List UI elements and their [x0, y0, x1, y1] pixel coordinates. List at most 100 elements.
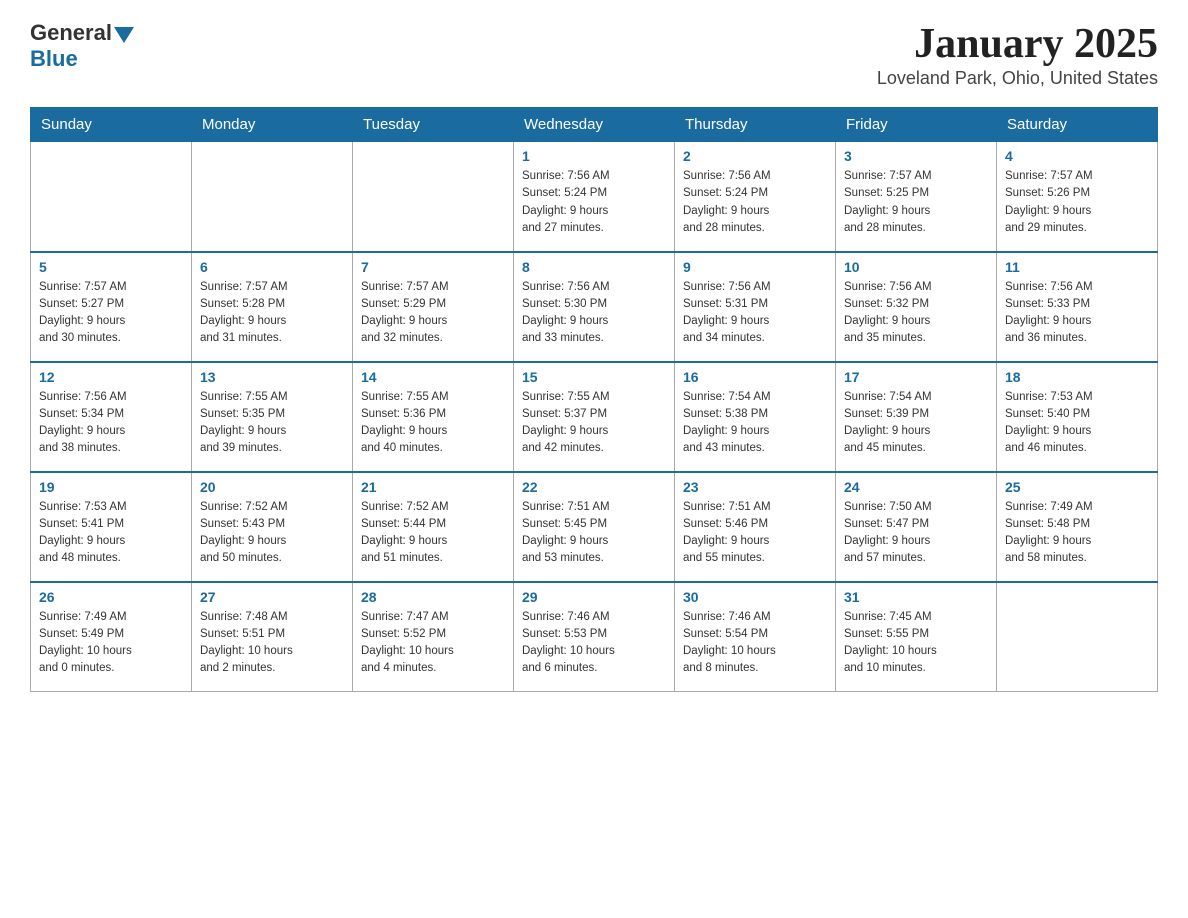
calendar-cell: 8 Sunrise: 7:56 AM Sunset: 5:30 PM Daylig…	[514, 252, 675, 362]
day-number: 15	[522, 369, 666, 385]
day-number: 13	[200, 369, 344, 385]
day-number: 14	[361, 369, 505, 385]
day-number: 12	[39, 369, 183, 385]
calendar-cell: 27Sunrise: 7:48 AM Sunset: 5:51 PM Dayli…	[192, 582, 353, 692]
day-info: Sunrise: 7:56 AM Sunset: 5:24 PM Dayligh…	[522, 168, 666, 237]
calendar-cell: 24 Sunrise: 7:50 AM Sunset: 5:47 PM Dayli…	[836, 472, 997, 582]
day-info: Sunrise: 7:57 AM Sunset: 5:27 PM Dayligh…	[39, 279, 183, 348]
calendar-header-sunday: Sunday	[31, 108, 192, 142]
calendar-table: SundayMondayTuesdayWednesdayThursdayFrid…	[30, 107, 1158, 692]
calendar-cell: 20 Sunrise: 7:52 AM Sunset: 5:43 PM Dayli…	[192, 472, 353, 582]
day-number: 9	[683, 259, 827, 275]
day-info: Sunrise: 7:53 AM Sunset: 5:41 PM Dayligh…	[39, 499, 183, 568]
day-info: Sunrise: 7:51 AM Sunset: 5:45 PM Dayligh…	[522, 499, 666, 568]
day-info: Sunrise: 7:54 AM Sunset: 5:38 PM Dayligh…	[683, 389, 827, 458]
day-number: 6	[200, 259, 344, 275]
day-number: 8	[522, 259, 666, 275]
day-number: 10	[844, 259, 988, 275]
day-info: Sunrise: 7:55 AM Sunset: 5:36 PM Dayligh…	[361, 389, 505, 458]
calendar-cell: 23Sunrise: 7:51 AM Sunset: 5:46 PM Dayli…	[675, 472, 836, 582]
calendar-cell	[997, 582, 1158, 692]
day-info: Sunrise: 7:53 AM Sunset: 5:40 PM Dayligh…	[1005, 389, 1149, 458]
day-number: 21	[361, 479, 505, 495]
calendar-cell: 4 Sunrise: 7:57 AM Sunset: 5:26 PM Daylig…	[997, 142, 1158, 252]
calendar-cell: 13 Sunrise: 7:55 AM Sunset: 5:35 PM Dayli…	[192, 362, 353, 472]
day-info: Sunrise: 7:46 AM Sunset: 5:53 PM Dayligh…	[522, 609, 666, 678]
day-info: Sunrise: 7:56 AM Sunset: 5:31 PM Dayligh…	[683, 279, 827, 348]
day-info: Sunrise: 7:57 AM Sunset: 5:28 PM Dayligh…	[200, 279, 344, 348]
day-info: Sunrise: 7:57 AM Sunset: 5:29 PM Dayligh…	[361, 279, 505, 348]
calendar-cell: 14 Sunrise: 7:55 AM Sunset: 5:36 PM Dayli…	[353, 362, 514, 472]
calendar-cell: 16 Sunrise: 7:54 AM Sunset: 5:38 PM Dayli…	[675, 362, 836, 472]
page-header: General Blue January 2025 Loveland Park,…	[30, 20, 1158, 89]
calendar-cell: 26 Sunrise: 7:49 AM Sunset: 5:49 PM Dayli…	[31, 582, 192, 692]
calendar-week-row: 5 Sunrise: 7:57 AM Sunset: 5:27 PM Daylig…	[31, 252, 1158, 362]
calendar-cell: 9 Sunrise: 7:56 AM Sunset: 5:31 PM Daylig…	[675, 252, 836, 362]
day-number: 20	[200, 479, 344, 495]
day-number: 4	[1005, 148, 1149, 164]
calendar-cell	[31, 142, 192, 252]
day-number: 27	[200, 589, 344, 605]
day-info: Sunrise: 7:46 AM Sunset: 5:54 PM Dayligh…	[683, 609, 827, 678]
page-title: January 2025	[877, 20, 1158, 68]
day-info: Sunrise: 7:47 AM Sunset: 5:52 PM Dayligh…	[361, 609, 505, 678]
calendar-cell: 28Sunrise: 7:47 AM Sunset: 5:52 PM Dayli…	[353, 582, 514, 692]
calendar-cell: 2Sunrise: 7:56 AM Sunset: 5:24 PM Daylig…	[675, 142, 836, 252]
logo-arrow-icon	[114, 27, 134, 43]
day-info: Sunrise: 7:55 AM Sunset: 5:37 PM Dayligh…	[522, 389, 666, 458]
calendar-cell: 18 Sunrise: 7:53 AM Sunset: 5:40 PM Dayli…	[997, 362, 1158, 472]
calendar-cell: 6 Sunrise: 7:57 AM Sunset: 5:28 PM Daylig…	[192, 252, 353, 362]
day-number: 7	[361, 259, 505, 275]
calendar-week-row: 19 Sunrise: 7:53 AM Sunset: 5:41 PM Dayli…	[31, 472, 1158, 582]
calendar-header-wednesday: Wednesday	[514, 108, 675, 142]
day-info: Sunrise: 7:57 AM Sunset: 5:25 PM Dayligh…	[844, 168, 988, 237]
calendar-cell: 15 Sunrise: 7:55 AM Sunset: 5:37 PM Dayli…	[514, 362, 675, 472]
day-info: Sunrise: 7:56 AM Sunset: 5:32 PM Dayligh…	[844, 279, 988, 348]
title-block: January 2025 Loveland Park, Ohio, United…	[877, 20, 1158, 89]
day-number: 29	[522, 589, 666, 605]
day-info: Sunrise: 7:50 AM Sunset: 5:47 PM Dayligh…	[844, 499, 988, 568]
calendar-cell: 10 Sunrise: 7:56 AM Sunset: 5:32 PM Dayli…	[836, 252, 997, 362]
day-info: Sunrise: 7:52 AM Sunset: 5:44 PM Dayligh…	[361, 499, 505, 568]
page-subtitle: Loveland Park, Ohio, United States	[877, 68, 1158, 89]
day-info: Sunrise: 7:49 AM Sunset: 5:48 PM Dayligh…	[1005, 499, 1149, 568]
calendar-cell: 11 Sunrise: 7:56 AM Sunset: 5:33 PM Dayli…	[997, 252, 1158, 362]
logo-general-text: General	[30, 20, 112, 46]
day-info: Sunrise: 7:49 AM Sunset: 5:49 PM Dayligh…	[39, 609, 183, 678]
calendar-header-monday: Monday	[192, 108, 353, 142]
day-info: Sunrise: 7:45 AM Sunset: 5:55 PM Dayligh…	[844, 609, 988, 678]
calendar-week-row: 12Sunrise: 7:56 AM Sunset: 5:34 PM Dayli…	[31, 362, 1158, 472]
day-number: 24	[844, 479, 988, 495]
calendar-cell: 30 Sunrise: 7:46 AM Sunset: 5:54 PM Dayli…	[675, 582, 836, 692]
day-number: 30	[683, 589, 827, 605]
day-info: Sunrise: 7:56 AM Sunset: 5:30 PM Dayligh…	[522, 279, 666, 348]
day-number: 23	[683, 479, 827, 495]
calendar-cell: 12Sunrise: 7:56 AM Sunset: 5:34 PM Dayli…	[31, 362, 192, 472]
calendar-cell: 22Sunrise: 7:51 AM Sunset: 5:45 PM Dayli…	[514, 472, 675, 582]
day-info: Sunrise: 7:55 AM Sunset: 5:35 PM Dayligh…	[200, 389, 344, 458]
calendar-cell: 7 Sunrise: 7:57 AM Sunset: 5:29 PM Daylig…	[353, 252, 514, 362]
day-number: 5	[39, 259, 183, 275]
day-number: 26	[39, 589, 183, 605]
day-number: 16	[683, 369, 827, 385]
calendar-header-tuesday: Tuesday	[353, 108, 514, 142]
day-number: 31	[844, 589, 988, 605]
day-number: 18	[1005, 369, 1149, 385]
logo-blue-text: Blue	[30, 46, 134, 72]
logo: General Blue	[30, 20, 134, 72]
day-info: Sunrise: 7:57 AM Sunset: 5:26 PM Dayligh…	[1005, 168, 1149, 237]
calendar-cell: 19 Sunrise: 7:53 AM Sunset: 5:41 PM Dayli…	[31, 472, 192, 582]
calendar-header-row: SundayMondayTuesdayWednesdayThursdayFrid…	[31, 108, 1158, 142]
calendar-cell: 31 Sunrise: 7:45 AM Sunset: 5:55 PM Dayli…	[836, 582, 997, 692]
day-number: 3	[844, 148, 988, 164]
day-number: 25	[1005, 479, 1149, 495]
calendar-cell: 21 Sunrise: 7:52 AM Sunset: 5:44 PM Dayli…	[353, 472, 514, 582]
calendar-week-row: 26 Sunrise: 7:49 AM Sunset: 5:49 PM Dayli…	[31, 582, 1158, 692]
day-number: 11	[1005, 259, 1149, 275]
day-number: 19	[39, 479, 183, 495]
calendar-header-saturday: Saturday	[997, 108, 1158, 142]
day-info: Sunrise: 7:56 AM Sunset: 5:33 PM Dayligh…	[1005, 279, 1149, 348]
day-info: Sunrise: 7:52 AM Sunset: 5:43 PM Dayligh…	[200, 499, 344, 568]
calendar-week-row: 1Sunrise: 7:56 AM Sunset: 5:24 PM Daylig…	[31, 142, 1158, 252]
day-info: Sunrise: 7:54 AM Sunset: 5:39 PM Dayligh…	[844, 389, 988, 458]
